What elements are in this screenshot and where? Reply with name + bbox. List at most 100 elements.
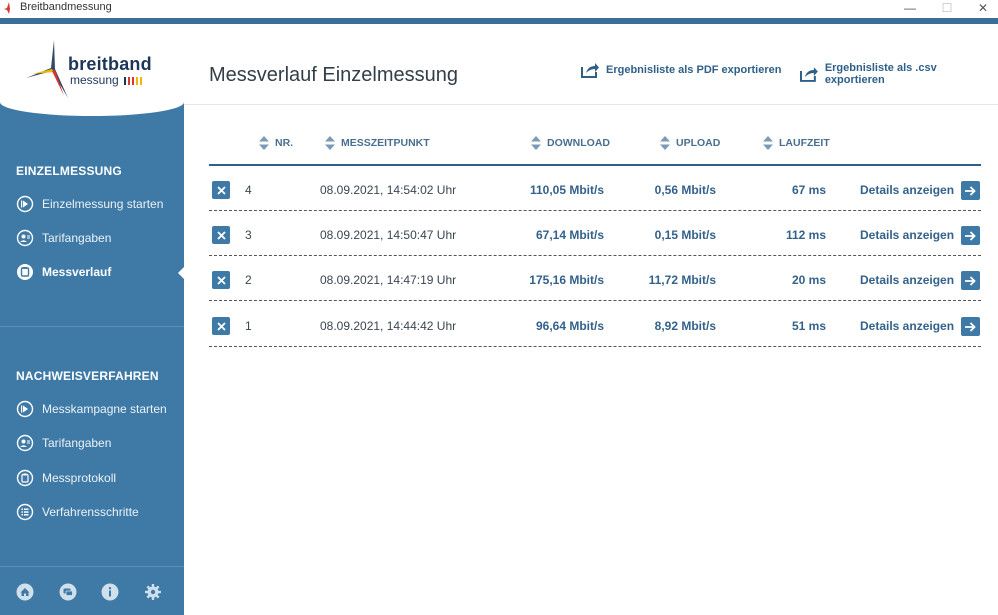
arrow-right-icon [965,321,976,332]
chat-icon[interactable] [59,583,77,601]
play-circle-icon [16,195,34,213]
close-window-button[interactable]: ✕ [968,0,998,18]
column-header-nr[interactable]: NR. [259,136,293,150]
section-einzelmessung: EINZELMESSUNG [16,164,122,178]
user-tariff-icon [16,434,34,452]
sort-icon [531,136,541,150]
logo-bars-icon [124,77,142,85]
window-titlebar: Breitbandmessung — ☐ ✕ [0,0,998,18]
nav-label: Einzelmessung starten [42,197,164,211]
export-pdf-link[interactable]: Ergebnisliste als PDF exportieren [580,62,781,78]
table-row: 4 08.09.2021, 14:54:02 Uhr 110,05 Mbit/s… [209,166,981,211]
arrow-right-icon [965,275,976,286]
details-link[interactable]: Details anzeigen [860,273,954,287]
column-header-laufzeit[interactable]: LAUFZEIT [763,136,830,150]
export-csv-label: Ergebnisliste als .csv exportieren [824,62,937,86]
nav-messprotokoll[interactable]: Messprotokoll [16,467,184,489]
cell-download: 175,16 Mbit/s [529,273,604,287]
header-divider [184,104,998,105]
cell-upload: 8,92 Mbit/s [654,319,716,333]
nav-verfahrensschritte[interactable]: Verfahrensschritte [16,501,184,523]
export-pdf-label: Ergebnisliste als PDF exportieren [606,64,782,76]
logo-text-breitband: breitband [68,54,152,74]
nav-label: Tarifangaben [42,231,112,245]
cell-nr: 3 [245,228,252,242]
close-icon [216,275,226,285]
nav-tarifangaben[interactable]: Tarifangaben [16,227,184,249]
close-icon [216,185,226,195]
delete-button[interactable] [212,181,230,199]
history-icon [16,263,34,281]
row-divider [209,346,981,347]
delete-button[interactable] [212,317,230,335]
details-arrow-button[interactable] [961,271,980,290]
info-icon[interactable] [101,583,119,601]
sidebar-divider [0,326,184,327]
cell-laufzeit: 112 ms [785,228,826,242]
export-csv-link[interactable]: Ergebnisliste als .csv exportieren [799,62,998,86]
nav-messverlauf[interactable]: Messverlauf [16,261,184,283]
arrow-right-icon [965,230,976,241]
sort-icon [660,136,670,150]
close-icon [216,230,226,240]
delete-button[interactable] [212,226,230,244]
cell-upload: 0,15 Mbit/s [654,228,716,242]
nav-label: Messkampagne starten [42,402,167,416]
cell-laufzeit: 51 ms [791,319,826,333]
clipboard-icon [16,469,34,487]
export-icon [799,67,818,82]
column-header-download[interactable]: DOWNLOAD [531,136,610,150]
play-circle-icon [16,400,34,418]
details-link[interactable]: Details anzeigen [860,319,954,333]
cell-upload: 11,72 Mbit/s [648,273,716,287]
table-row: 2 08.09.2021, 14:47:19 Uhr 175,16 Mbit/s… [209,256,981,301]
logo-text-messung: messung [70,73,119,87]
sidebar: breitband messung EINZELMESSUNG Einzelme… [0,24,184,615]
delete-button[interactable] [212,271,230,289]
maximize-button[interactable]: ☐ [932,0,962,18]
nav-label: Messverlauf [42,265,112,279]
nav-tarifangaben-2[interactable]: Tarifangaben [16,432,184,454]
cell-messzeitpunkt: 08.09.2021, 14:47:19 Uhr [320,273,457,287]
nav-label: Tarifangaben [42,436,112,450]
column-label: LAUFZEIT [779,137,830,149]
section-nachweisverfahren: NACHWEISVERFAHREN [16,369,159,383]
cell-laufzeit: 67 ms [791,183,826,197]
active-indicator [178,267,184,279]
sort-icon [325,136,335,150]
user-tariff-icon [16,229,34,247]
settings-icon[interactable] [144,583,162,601]
column-label: NR. [275,137,294,149]
sort-icon [763,136,773,150]
cell-nr: 4 [245,183,252,197]
home-icon[interactable] [16,583,34,601]
cell-messzeitpunkt: 08.09.2021, 14:44:42 Uhr [320,319,457,333]
app-icon [4,2,10,14]
table-row: 3 08.09.2021, 14:50:47 Uhr 67,14 Mbit/s … [209,211,981,256]
details-arrow-button[interactable] [961,181,980,200]
nav-messkampagne-starten[interactable]: Messkampagne starten [16,398,184,420]
arrow-right-icon [965,185,976,196]
details-link[interactable]: Details anzeigen [860,183,954,197]
cell-upload: 0,56 Mbit/s [654,183,716,197]
close-icon [216,321,226,331]
details-arrow-button[interactable] [961,226,980,245]
cell-download: 67,14 Mbit/s [535,228,604,242]
list-icon [16,503,34,521]
page-title: Messverlauf Einzelmessung [209,64,458,86]
column-label: DOWNLOAD [547,137,610,149]
nav-label: Messprotokoll [42,471,117,485]
cell-nr: 1 [245,319,252,333]
column-label: UPLOAD [676,137,721,149]
cell-download: 96,64 Mbit/s [535,319,604,333]
cell-laufzeit: 20 ms [791,273,826,287]
column-header-upload[interactable]: UPLOAD [660,136,720,150]
details-arrow-button[interactable] [961,317,980,336]
minimize-button[interactable]: — [895,0,925,18]
column-header-messzeitpunkt[interactable]: MESSZEITPUNKT [325,136,430,150]
nav-einzelmessung-starten[interactable]: Einzelmessung starten [16,193,184,215]
column-label: MESSZEITPUNKT [341,137,430,149]
details-link[interactable]: Details anzeigen [860,228,954,242]
cell-download: 110,05 Mbit/s [529,183,604,197]
cell-messzeitpunkt: 08.09.2021, 14:54:02 Uhr [320,183,457,197]
